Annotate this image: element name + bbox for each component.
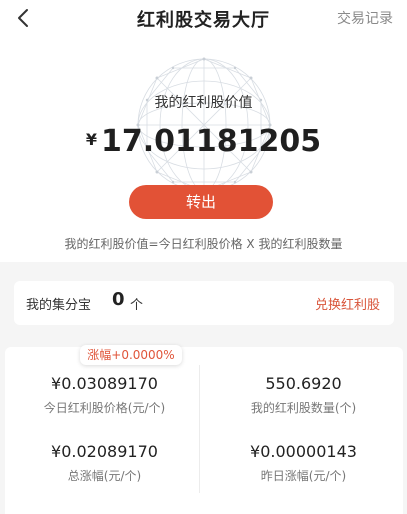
points-card: 我的集分宝 0 个 兑换红利股 — [14, 281, 394, 325]
points-label: 我的集分宝 — [26, 298, 92, 313]
currency-symbol: ¥ — [85, 130, 97, 149]
stat-total-change: ¥0.02089170 总涨幅(元/个) — [5, 442, 204, 484]
transfer-out-button[interactable]: 转出 — [129, 185, 273, 219]
dividend-value: ¥17.01181205 — [0, 124, 407, 159]
change-badge: 涨幅+0.0000% — [80, 345, 182, 365]
stat-my-quantity: 550.6920 我的红利股数量(个) — [204, 374, 403, 416]
stat-value: ¥0.00000143 — [250, 442, 357, 461]
value-formula-text: 我的红利股价值=今日红利股价格 X 我的红利股数量 — [64, 237, 343, 251]
stat-label: 总涨幅(元/个) — [67, 469, 142, 483]
header: 红利股交易大厅 交易记录 — [0, 0, 407, 36]
stats-card — [5, 347, 403, 514]
screen: 红利股交易大厅 交易记录 我的红利股价值 ¥ 17.01181205 转出 我的… — [0, 0, 407, 514]
stat-value: 550.6920 — [265, 374, 342, 393]
dividend-value-amount: 17.01181205 — [101, 124, 322, 159]
hero-section: 我的红利股价值 ¥17.01181205 转出 我的红利股价值=今日红利股价格 … — [0, 36, 407, 262]
exchange-dividend-link[interactable]: 兑换红利股 — [315, 294, 380, 313]
stat-yesterday-change: ¥0.00000143 昨日涨幅(元/个) — [204, 442, 403, 484]
points-count: 0 — [112, 289, 125, 310]
stat-today-price: ¥0.03089170 今日红利股价格(元/个) — [5, 374, 204, 416]
stat-label: 我的红利股数量(个) — [250, 401, 357, 415]
trade-records-link[interactable]: 交易记录 — [337, 8, 393, 28]
points-unit: 个 — [130, 298, 144, 313]
stat-value: ¥0.02089170 — [51, 442, 158, 461]
dividend-value-label: 我的红利股价值 — [154, 95, 253, 111]
stat-label: 昨日涨幅(元/个) — [260, 469, 347, 483]
stat-label: 今日红利股价格(元/个) — [43, 401, 166, 415]
stat-value: ¥0.03089170 — [51, 374, 158, 393]
